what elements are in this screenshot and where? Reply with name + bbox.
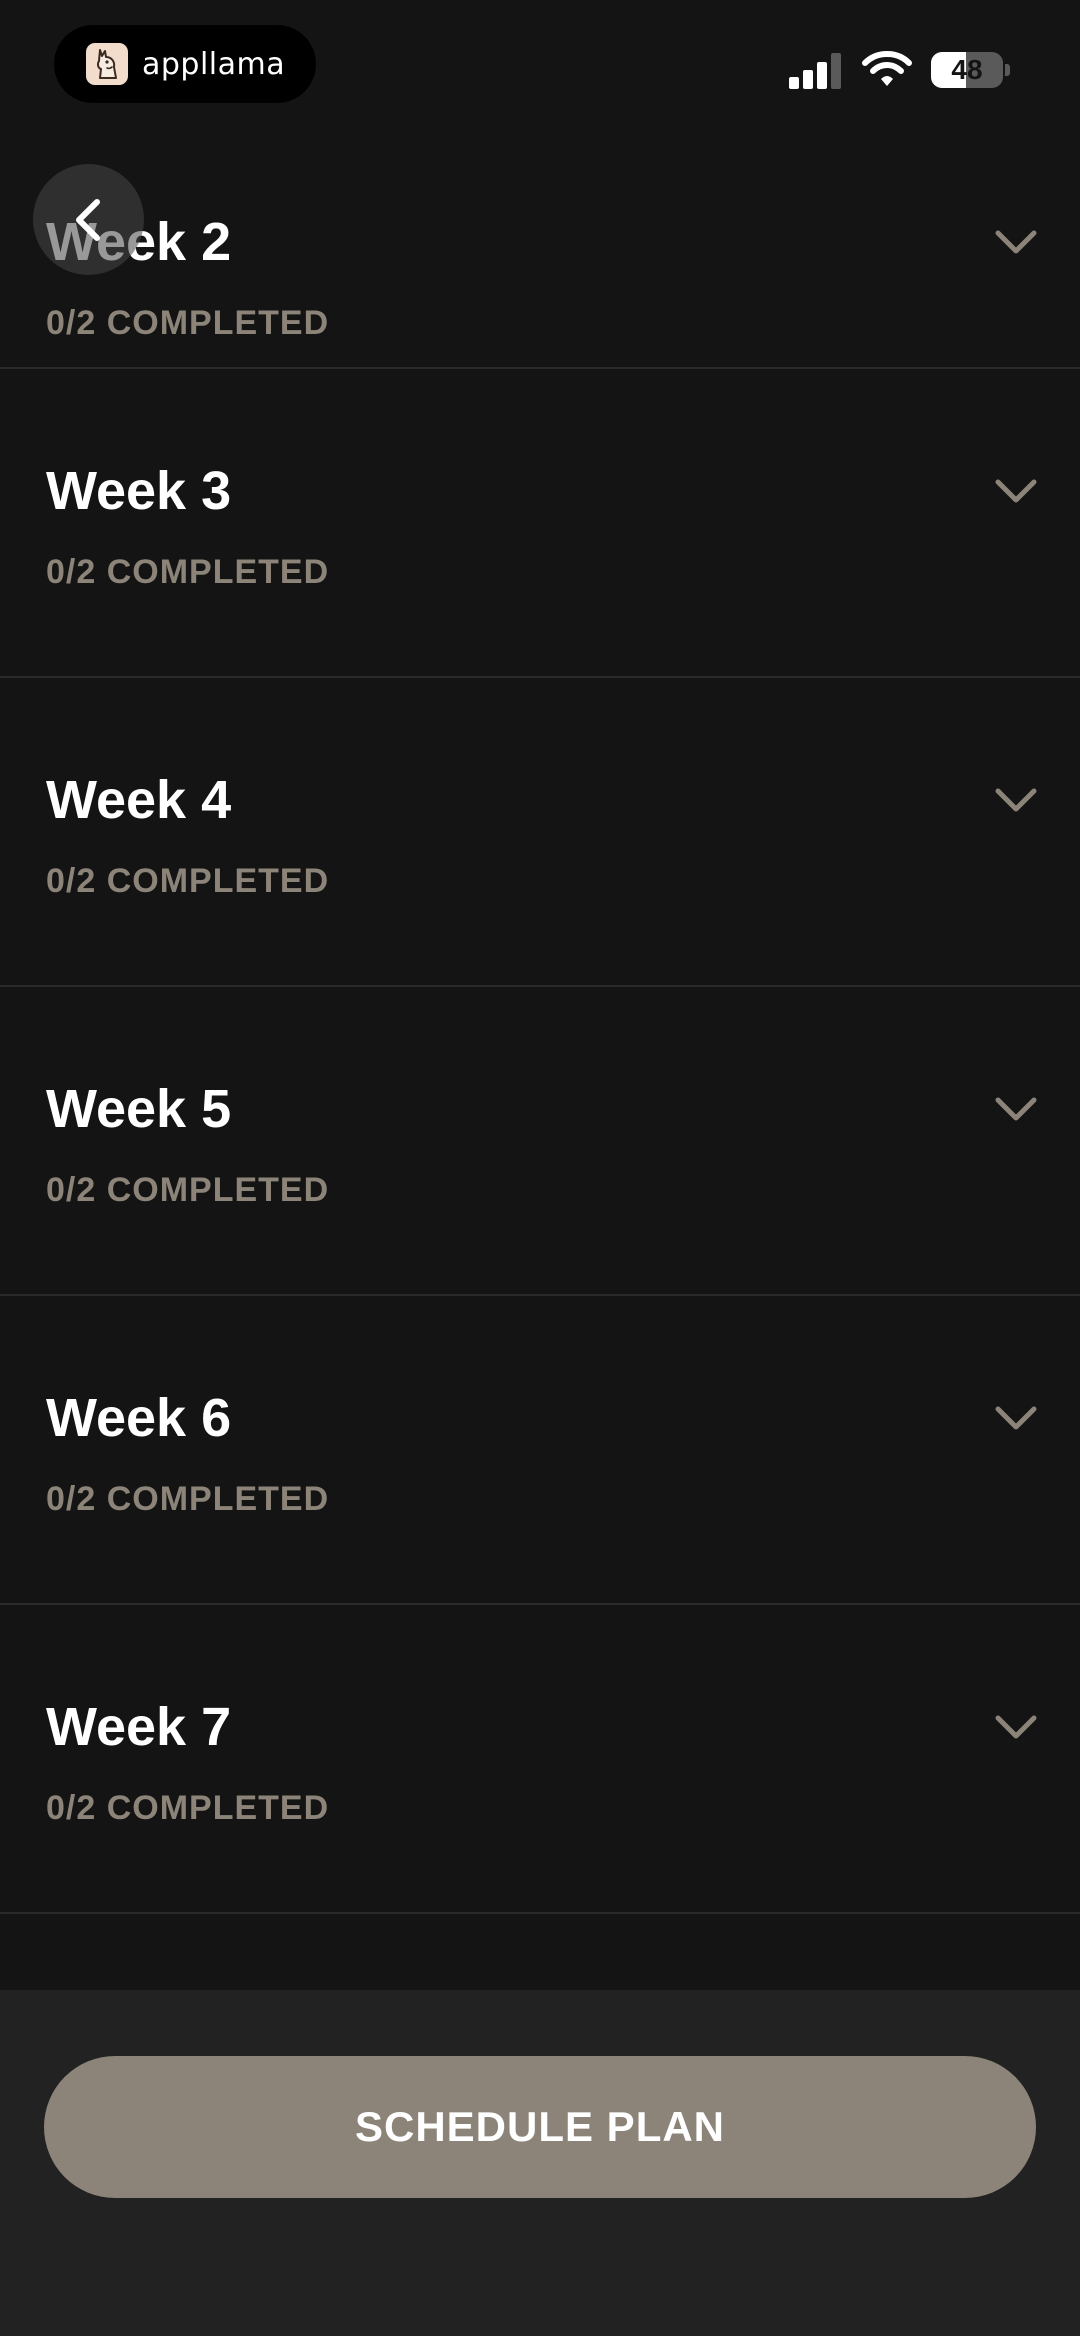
chevron-down-icon[interactable] [994,1713,1038,1741]
week-item-4[interactable]: Week 4 0/2 COMPLETED [0,678,1080,987]
chevron-down-icon[interactable] [994,477,1038,505]
footer: SCHEDULE PLAN [0,1990,1080,2336]
week-title: Week 4 [46,770,232,830]
status-bar: appllama 48 [0,0,1080,140]
week-item-5[interactable]: Week 5 0/2 COMPLETED [0,987,1080,1296]
signal-icon [789,53,841,89]
chevron-down-icon[interactable] [994,786,1038,814]
week-item-3[interactable]: Week 3 0/2 COMPLETED [0,369,1080,678]
week-status: 0/2 COMPLETED [46,304,330,342]
week-status: 0/2 COMPLETED [46,1171,330,1209]
battery-level: 48 [951,54,983,85]
week-status: 0/2 COMPLETED [46,1480,330,1518]
chevron-down-icon[interactable] [994,228,1038,256]
week-title: Week 6 [46,1388,232,1448]
week-title: Week 7 [46,1697,232,1757]
week-title: Week 5 [46,1079,232,1139]
wifi-icon [862,51,912,86]
week-item-7[interactable]: Week 7 0/2 COMPLETED [0,1605,1080,1914]
back-button[interactable] [33,164,144,275]
chevron-left-icon [75,198,100,241]
screen: Week 2 0/2 COMPLETED Week 3 0/2 COMPLETE… [0,0,1080,2336]
battery-icon: 48 [931,52,1011,88]
app-indicator-pill[interactable]: appllama [54,25,316,103]
week-status: 0/2 COMPLETED [46,862,330,900]
app-name: appllama [142,46,286,82]
schedule-plan-button[interactable]: SCHEDULE PLAN [44,2056,1036,2198]
chevron-down-icon[interactable] [994,1095,1038,1123]
week-item-6[interactable]: Week 6 0/2 COMPLETED [0,1296,1080,1605]
week-status: 0/2 COMPLETED [46,1789,330,1827]
appllama-logo-icon [86,43,128,85]
chevron-down-icon[interactable] [994,1404,1038,1432]
week-status: 0/2 COMPLETED [46,553,330,591]
week-title: Week 3 [46,461,232,521]
